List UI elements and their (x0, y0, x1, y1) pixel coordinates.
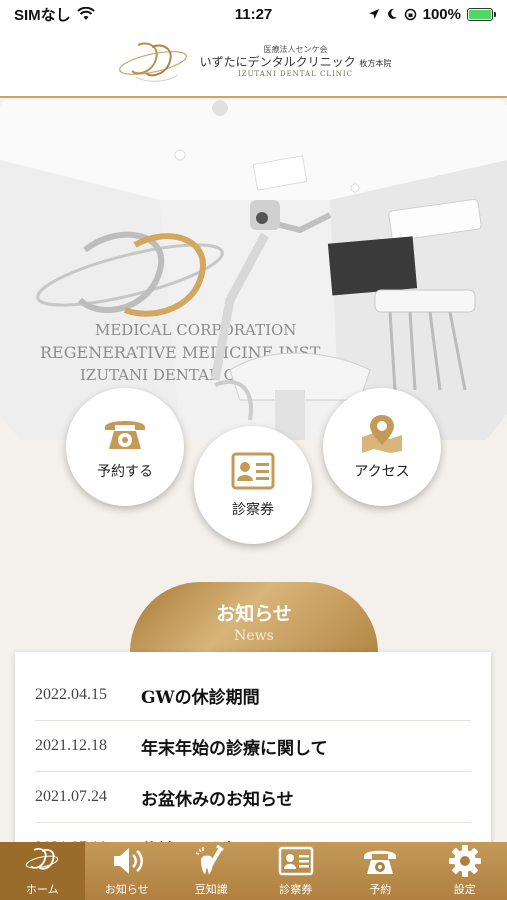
moon-icon (387, 8, 397, 19)
dd-logo-icon (26, 847, 59, 870)
clinic-corp: 医療法人センケ会 (263, 45, 328, 55)
telephone-icon (105, 421, 145, 449)
clinic-english-name: IZUTANI DENTAL CLINIC (237, 70, 354, 79)
access-button[interactable]: アクセス (323, 388, 441, 506)
hero-image: MEDICAL CORPORATION REGENERATIVE MEDICIN… (0, 100, 507, 440)
news-text: お盆休みのお知らせ (141, 789, 294, 810)
tab-label: ホーム (25, 883, 59, 896)
news-item[interactable]: 2021.12.18 年末年始の診療に関して (35, 721, 471, 772)
orientation-lock-icon (404, 8, 416, 20)
app-header: 医療法人センケ会 いずたにデンタルクリニック 枚方本院 IZUTANI DENT… (0, 28, 507, 98)
gear-icon (448, 845, 481, 877)
dd-monogram-logo (118, 42, 187, 82)
reserve-label: 予約する (97, 464, 153, 480)
tab-label: お知らせ (104, 883, 149, 896)
battery-percent: 100% (422, 5, 461, 23)
wifi-icon (76, 7, 95, 20)
card-label: 診察券 (232, 502, 274, 518)
news-text: 年末年始の診療に関して (141, 738, 328, 759)
tab-reserve[interactable]: 予約 (338, 842, 423, 900)
battery-icon (467, 7, 496, 21)
news-list: 2022.04.15 GWの休診期間 2021.12.18 年末年始の診療に関し… (15, 652, 491, 852)
tooth-brush-icon (196, 844, 225, 874)
telephone-icon (364, 850, 397, 874)
speaker-icon (113, 848, 143, 874)
carrier-label: SIMなし (14, 6, 71, 24)
status-left: SIMなし (14, 4, 95, 25)
tab-home[interactable]: ホーム (0, 842, 85, 900)
access-label: アクセス (354, 464, 410, 480)
tab-label: 設定 (453, 883, 476, 896)
status-bar: SIMなし 11:27 100% (0, 0, 507, 28)
id-card-icon (278, 846, 313, 876)
tab-tips[interactable]: 豆知識 (169, 842, 254, 900)
news-subtitle: News (234, 627, 274, 644)
clinic-name-line: いずたにデンタルクリニック 枚方本院 (200, 55, 392, 70)
news-date: 2022.04.15 (35, 686, 107, 703)
hero-clinic-photo: MEDICAL CORPORATION REGENERATIVE MEDICIN… (0, 100, 507, 440)
card-button[interactable]: 診察券 (194, 426, 312, 544)
id-card-icon (231, 452, 275, 490)
clinic-name: いずたにデンタルクリニック (199, 55, 356, 70)
tab-label: 診察券 (279, 883, 313, 896)
news-date: 2021.12.18 (35, 737, 107, 754)
map-pin-icon (362, 415, 402, 453)
news-item[interactable]: 2021.07.24 お盆休みのお知らせ (35, 772, 471, 823)
tab-label: 予約 (369, 883, 392, 896)
tab-bar: ホーム お知らせ 豆知識 診察券 予約 設定 (0, 842, 507, 900)
news-item[interactable]: 2022.04.15 GWの休診期間 (35, 670, 471, 721)
news-title: お知らせ (216, 602, 292, 625)
clinic-text: 医療法人センケ会 いずたにデンタルクリニック 枚方本院 IZUTANI DENT… (200, 45, 392, 79)
wall-text-1: MEDICAL CORPORATION (95, 321, 296, 339)
tab-news[interactable]: お知らせ (85, 842, 170, 900)
tab-label: 豆知識 (194, 883, 228, 896)
tab-settings[interactable]: 設定 (423, 842, 507, 900)
status-right: 100% (368, 5, 496, 23)
news-text: GWの休診期間 (141, 687, 260, 708)
clinic-branch: 枚方本院 (359, 59, 392, 69)
tab-card[interactable]: 診察券 (254, 842, 339, 900)
news-date: 2021.07.24 (35, 788, 107, 805)
news-header: お知らせ News (130, 582, 378, 652)
location-arrow-icon (368, 9, 379, 19)
reserve-button[interactable]: 予約する (66, 388, 184, 506)
